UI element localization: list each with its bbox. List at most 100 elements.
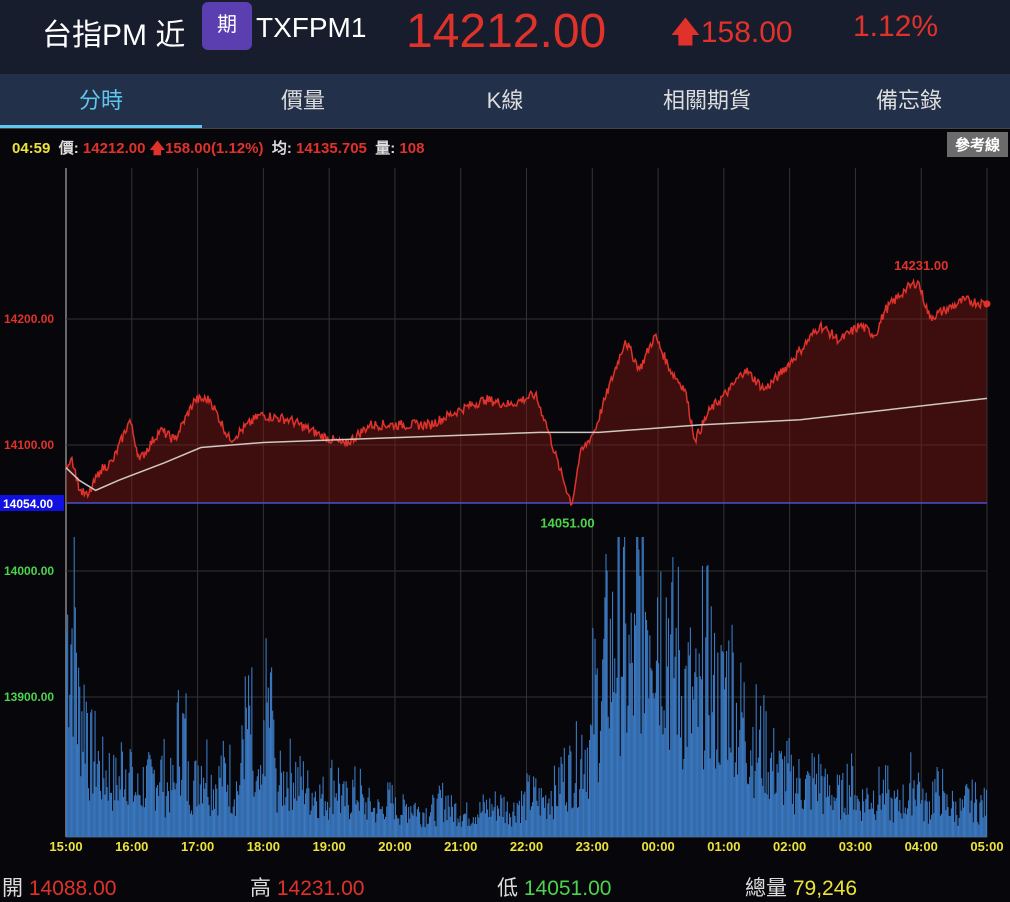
volume-bar <box>580 759 582 837</box>
volume-bar <box>797 793 799 837</box>
volume-bar <box>367 797 369 837</box>
volume-bar <box>141 806 143 837</box>
volume-bar <box>979 802 981 837</box>
volume-bar <box>708 715 710 837</box>
volume-bar <box>735 702 738 837</box>
high-label: 高 <box>250 877 271 900</box>
volume-bar <box>399 824 401 837</box>
x-tick-label: 20:00 <box>378 839 411 854</box>
volume-bar <box>273 719 275 837</box>
volume-bar <box>105 770 107 837</box>
open-value: 14088.00 <box>28 877 117 900</box>
volume-bar <box>69 694 71 837</box>
volume-bar <box>526 773 528 837</box>
volume-bar <box>465 813 467 837</box>
volume-bar <box>484 813 486 837</box>
volume-bar <box>326 801 329 837</box>
volume-bar <box>127 804 129 837</box>
volume-bar <box>81 711 83 837</box>
volume-bar <box>102 736 104 837</box>
volume-bar <box>198 804 200 837</box>
volume-bar <box>838 775 841 837</box>
volume-bar <box>246 729 249 837</box>
volume-bar <box>965 785 967 837</box>
y-tick-label: 13900.00 <box>4 690 54 704</box>
volume-bar <box>906 808 909 837</box>
volume-bar <box>579 789 581 837</box>
volume-bar <box>720 645 722 837</box>
volume-bar <box>642 537 644 837</box>
volume-bar <box>132 801 134 837</box>
volume-bar <box>753 798 755 837</box>
volume-bar <box>351 812 353 837</box>
volume-bar <box>489 798 491 837</box>
volume-bar <box>89 800 91 837</box>
volume-bar <box>704 750 706 837</box>
volume-bar <box>960 810 962 837</box>
volume-bar <box>866 787 868 837</box>
volume-bar <box>643 713 645 837</box>
volume-bar <box>420 824 422 837</box>
volume-bar <box>551 806 553 837</box>
volume-bar <box>711 712 713 837</box>
volume-bar <box>352 779 354 837</box>
volume-bar <box>396 815 398 837</box>
volume-bar <box>308 788 310 837</box>
volume-bar <box>471 822 473 837</box>
volume-bar <box>940 813 943 837</box>
volume-bar <box>233 799 235 837</box>
volume-bar <box>244 676 246 837</box>
volume-bar <box>219 777 221 837</box>
volume-bar <box>68 727 70 837</box>
volume-bar <box>922 788 924 837</box>
volume-bar <box>900 813 902 837</box>
volume-bar <box>309 814 311 837</box>
volume-bar <box>963 795 966 837</box>
volume-bar <box>238 794 240 837</box>
volume-bar <box>432 794 434 837</box>
volume-bar <box>377 799 379 837</box>
volume-bar <box>278 785 280 837</box>
volume-bar <box>176 702 178 837</box>
volume-bar <box>540 787 542 837</box>
volume-bar <box>90 712 92 837</box>
x-tick-label: 03:00 <box>839 839 872 854</box>
volume-bar <box>728 640 730 837</box>
volume-bar <box>255 780 257 837</box>
volume-bar <box>626 732 628 837</box>
volume-bar <box>822 814 824 837</box>
volume-bar <box>274 757 276 837</box>
volume-bar <box>569 745 571 837</box>
volume-bar <box>745 763 747 837</box>
volume-bar <box>599 730 602 837</box>
volume-bar <box>950 808 952 837</box>
volume-bar <box>733 776 735 837</box>
volume-bar <box>514 815 516 837</box>
volume-bar <box>488 816 490 837</box>
volume-bar <box>204 788 206 837</box>
volume-bar <box>905 814 907 837</box>
volume-bar <box>297 767 299 837</box>
volume-bar <box>364 814 366 837</box>
volume-bar <box>762 785 764 837</box>
volume-bar <box>924 800 926 837</box>
volume-bar <box>161 755 163 837</box>
volume-bar <box>716 749 718 837</box>
volume-bar <box>181 779 183 837</box>
volume-bar <box>550 790 552 837</box>
x-tick-label: 02:00 <box>773 839 806 854</box>
volume-bar <box>824 768 826 837</box>
volume-bar <box>74 607 76 837</box>
volume-bar <box>739 729 741 837</box>
volume-bar <box>425 808 427 837</box>
volume-bar <box>67 614 69 837</box>
volume-bar <box>73 537 75 837</box>
volume-bar <box>419 812 421 837</box>
volume-bar <box>330 767 332 837</box>
volume-bar <box>456 826 458 837</box>
volume-bar <box>698 653 700 837</box>
volume-bar <box>267 687 269 837</box>
volume-bar <box>913 780 915 837</box>
volume-bar <box>469 826 471 837</box>
volume-bar <box>609 618 611 837</box>
